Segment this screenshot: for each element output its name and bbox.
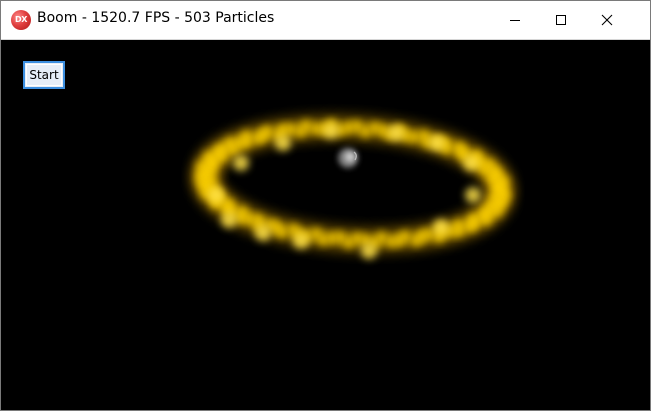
particle — [464, 220, 476, 233]
start-button[interactable]: Start — [23, 61, 65, 89]
particle — [236, 206, 249, 218]
particle — [221, 212, 237, 228]
particle — [310, 227, 323, 240]
minimize-icon — [510, 20, 520, 21]
particle — [323, 123, 339, 139]
particle — [491, 182, 504, 195]
particle — [284, 123, 297, 136]
particle — [388, 125, 404, 141]
particle-explosion — [193, 115, 513, 259]
particle — [287, 223, 300, 236]
title-bar[interactable]: DX Boom - 1520.7 FPS - 503 Particles — [1, 1, 650, 40]
particle — [480, 213, 493, 226]
close-button[interactable] — [584, 1, 630, 39]
particle — [261, 125, 274, 138]
particle — [240, 130, 253, 143]
particle — [275, 135, 291, 151]
maximize-button[interactable] — [538, 1, 584, 39]
app-icon[interactable]: DX — [11, 10, 31, 30]
particle — [429, 135, 445, 151]
maximize-icon — [556, 15, 566, 25]
window-title: Boom - 1520.7 FPS - 503 Particles — [37, 10, 275, 26]
start-button-focus — [26, 64, 62, 86]
particle — [233, 155, 249, 171]
app-window: DX Boom - 1520.7 FPS - 503 Particles Sta… — [0, 0, 651, 411]
particle — [407, 131, 420, 143]
particle — [410, 234, 423, 247]
particle — [433, 219, 449, 235]
particle — [293, 233, 309, 249]
particle — [463, 155, 479, 171]
particle — [208, 187, 224, 203]
particle-core — [338, 148, 358, 168]
particle — [255, 225, 271, 241]
particle — [361, 243, 377, 259]
minimize-button[interactable] — [492, 1, 538, 39]
particle-ring — [193, 115, 513, 259]
close-icon — [601, 14, 613, 26]
particle-canvas[interactable]: Start — [1, 40, 650, 410]
particle — [465, 187, 481, 203]
